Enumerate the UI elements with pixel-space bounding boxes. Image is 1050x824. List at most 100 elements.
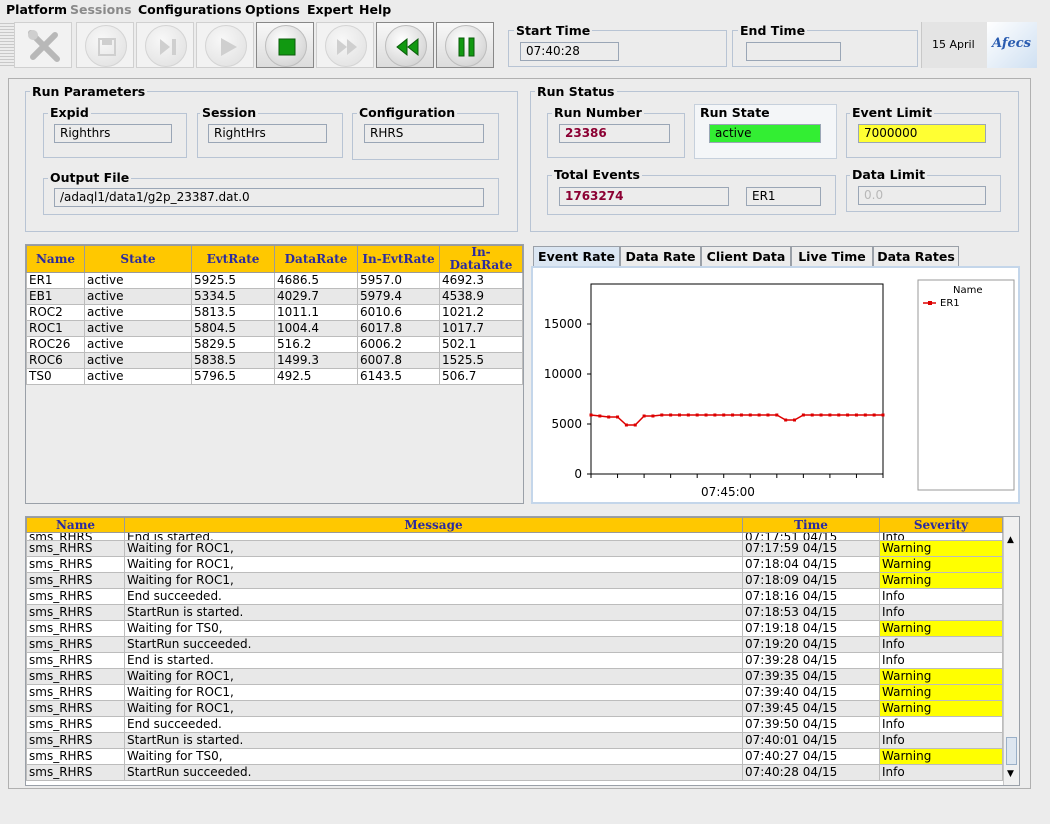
component-row[interactable]: TS0 active 5796.5 492.5 6143.5 506.7 (26, 368, 523, 385)
chart-area: 0 5000 10000 15000 07:45:00 Name ER1 (531, 266, 1020, 504)
log-severity-cell: Warning (879, 620, 1003, 637)
component-cell: 5957.0 (357, 272, 440, 289)
log-severity-cell: Info (879, 532, 1003, 541)
save-button[interactable] (76, 22, 134, 68)
component-cell: active (84, 304, 192, 321)
log-cell: 07:39:50 04/15 (742, 716, 880, 733)
log-col-header[interactable]: Severity (879, 517, 1003, 533)
message-log-scrollbar[interactable]: ▲ ▼ (1003, 517, 1019, 785)
component-row[interactable]: ROC1 active 5804.5 1004.4 6017.8 1017.7 (26, 320, 523, 337)
log-col-header[interactable]: Name (26, 517, 125, 533)
log-col-header[interactable]: Time (742, 517, 880, 533)
toolbar-grip[interactable] (0, 22, 14, 68)
log-row[interactable]: sms_RHRS StartRun succeeded. 07:40:28 04/1… (26, 764, 1003, 781)
component-col-header[interactable]: In-EvtRate (357, 245, 440, 273)
tab-client-data[interactable]: Client Data (701, 246, 791, 266)
component-cell: 6007.8 (357, 352, 440, 369)
log-cell: 07:18:09 04/15 (742, 572, 880, 589)
log-severity-cell: Warning (879, 540, 1003, 557)
log-row[interactable]: sms_RHRS StartRun succeeded. 07:19:20 04/1… (26, 636, 1003, 653)
component-col-header[interactable]: DataRate (274, 245, 358, 273)
log-row[interactable]: sms_RHRS End is started. 07:17:51 04/15 Inf… (26, 532, 1003, 541)
component-table-panel: Name State EvtRate DataRate In-EvtRate In-Dat… (25, 244, 524, 504)
component-row[interactable]: ROC2 active 5813.5 1011.1 6010.6 1021.2 (26, 304, 523, 321)
log-cell: 07:39:28 04/15 (742, 652, 880, 669)
scroll-thumb[interactable] (1006, 737, 1017, 765)
data-limit-label: Data Limit (850, 167, 928, 182)
log-row[interactable]: sms_RHRS Waiting for ROC1, 07:39:40 04/15 W… (26, 684, 1003, 701)
log-cell: sms_RHRS (26, 604, 125, 621)
log-row[interactable]: sms_RHRS Waiting for ROC1, 07:18:04 04/15 W… (26, 556, 1003, 573)
log-col-header[interactable]: Message (124, 517, 743, 533)
log-row[interactable]: sms_RHRS Waiting for TS0, 07:19:18 04/15 Wa… (26, 620, 1003, 637)
component-row[interactable]: ER1 active 5925.5 4686.5 5957.0 4692.3 (26, 272, 523, 289)
component-row[interactable]: ROC26 active 5829.5 516.2 6006.2 502.1 (26, 336, 523, 353)
step-button[interactable] (136, 22, 194, 68)
log-severity-cell: Warning (879, 572, 1003, 589)
fast-forward-button[interactable] (316, 22, 374, 68)
scroll-down-icon[interactable]: ▼ (1007, 769, 1014, 779)
data-point (793, 418, 797, 422)
log-cell: 07:18:04 04/15 (742, 556, 880, 573)
tab-event-rate[interactable]: Event Rate (533, 246, 620, 266)
rewind-button[interactable] (376, 22, 434, 68)
log-severity-cell: Info (879, 588, 1003, 605)
tab-data-rates[interactable]: Data Rates (873, 246, 959, 266)
component-cell: 4538.9 (439, 288, 523, 305)
data-point (704, 413, 708, 417)
expid-label: Expid (48, 105, 91, 120)
data-point (616, 415, 620, 419)
component-cell: 1021.2 (439, 304, 523, 321)
configuration-label: Configuration (357, 105, 458, 120)
log-row[interactable]: sms_RHRS StartRun is started. 07:40:01 04/… (26, 732, 1003, 749)
y-tick-label: 0 (574, 467, 582, 481)
log-row[interactable]: sms_RHRS StartRun is started. 07:18:53 04/… (26, 604, 1003, 621)
play-button[interactable] (196, 22, 254, 68)
data-point (766, 413, 770, 417)
menu-configurations[interactable]: Configurations (138, 2, 242, 17)
log-row[interactable]: sms_RHRS End is started. 07:39:28 04/15 Inf… (26, 652, 1003, 669)
data-point (784, 418, 788, 422)
component-cell: 502.1 (439, 336, 523, 353)
log-cell: sms_RHRS (26, 532, 125, 541)
log-row[interactable]: sms_RHRS Waiting for ROC1, 07:39:45 04/15 W… (26, 700, 1003, 717)
log-row[interactable]: sms_RHRS Waiting for ROC1, 07:17:59 04/15 W… (26, 540, 1003, 557)
component-cell: 492.5 (274, 368, 358, 385)
stop-button[interactable] (256, 22, 314, 68)
component-col-header[interactable]: Name (26, 245, 85, 273)
data-point (731, 413, 735, 417)
scroll-up-icon[interactable]: ▲ (1007, 535, 1014, 545)
total-events-label: Total Events (552, 167, 642, 182)
tab-data-rate[interactable]: Data Rate (620, 246, 701, 266)
component-row[interactable]: ROC6 active 5838.5 1499.3 6007.8 1525.5 (26, 352, 523, 369)
run-number-field: 23386 (559, 124, 670, 143)
menu-platform[interactable]: Platform (6, 2, 67, 17)
pause-button[interactable] (436, 22, 494, 68)
component-col-header[interactable]: EvtRate (191, 245, 275, 273)
log-row[interactable]: sms_RHRS Waiting for ROC1, 07:18:09 04/15 W… (26, 572, 1003, 589)
log-cell: Waiting for ROC1, (124, 572, 743, 589)
log-row[interactable]: sms_RHRS End succeeded. 07:18:16 04/15 Info (26, 588, 1003, 605)
component-col-header[interactable]: State (84, 245, 192, 273)
tab-live-time[interactable]: Live Time (791, 246, 873, 266)
plot-frame (590, 283, 884, 475)
configure-button[interactable] (14, 22, 72, 68)
menu-bar: Platform Sessions Configurations Options… (0, 0, 1050, 20)
component-cell: 6006.2 (357, 336, 440, 353)
log-row[interactable]: sms_RHRS End succeeded. 07:39:50 04/15 Info (26, 716, 1003, 733)
log-row[interactable]: sms_RHRS Waiting for TS0, 07:40:27 04/15 Wa… (26, 748, 1003, 765)
log-row[interactable]: sms_RHRS Waiting for ROC1, 07:39:35 04/15 W… (26, 668, 1003, 685)
menu-help[interactable]: Help (359, 2, 391, 17)
menu-sessions[interactable]: Sessions (70, 2, 132, 17)
component-col-header[interactable]: In-DataRate (439, 245, 523, 273)
output-file-label: Output File (48, 170, 132, 185)
component-cell: ROC2 (26, 304, 85, 321)
component-row[interactable]: EB1 active 5334.5 4029.7 5979.4 4538.9 (26, 288, 523, 305)
menu-expert[interactable]: Expert (307, 2, 353, 17)
menu-options[interactable]: Options (245, 2, 300, 17)
component-cell: 1011.1 (274, 304, 358, 321)
component-cell: TS0 (26, 368, 85, 385)
data-point (589, 413, 593, 417)
component-cell: 1017.7 (439, 320, 523, 337)
message-log-viewport[interactable]: Name Message Time Severity sms_RHRS End is s… (26, 517, 1003, 783)
